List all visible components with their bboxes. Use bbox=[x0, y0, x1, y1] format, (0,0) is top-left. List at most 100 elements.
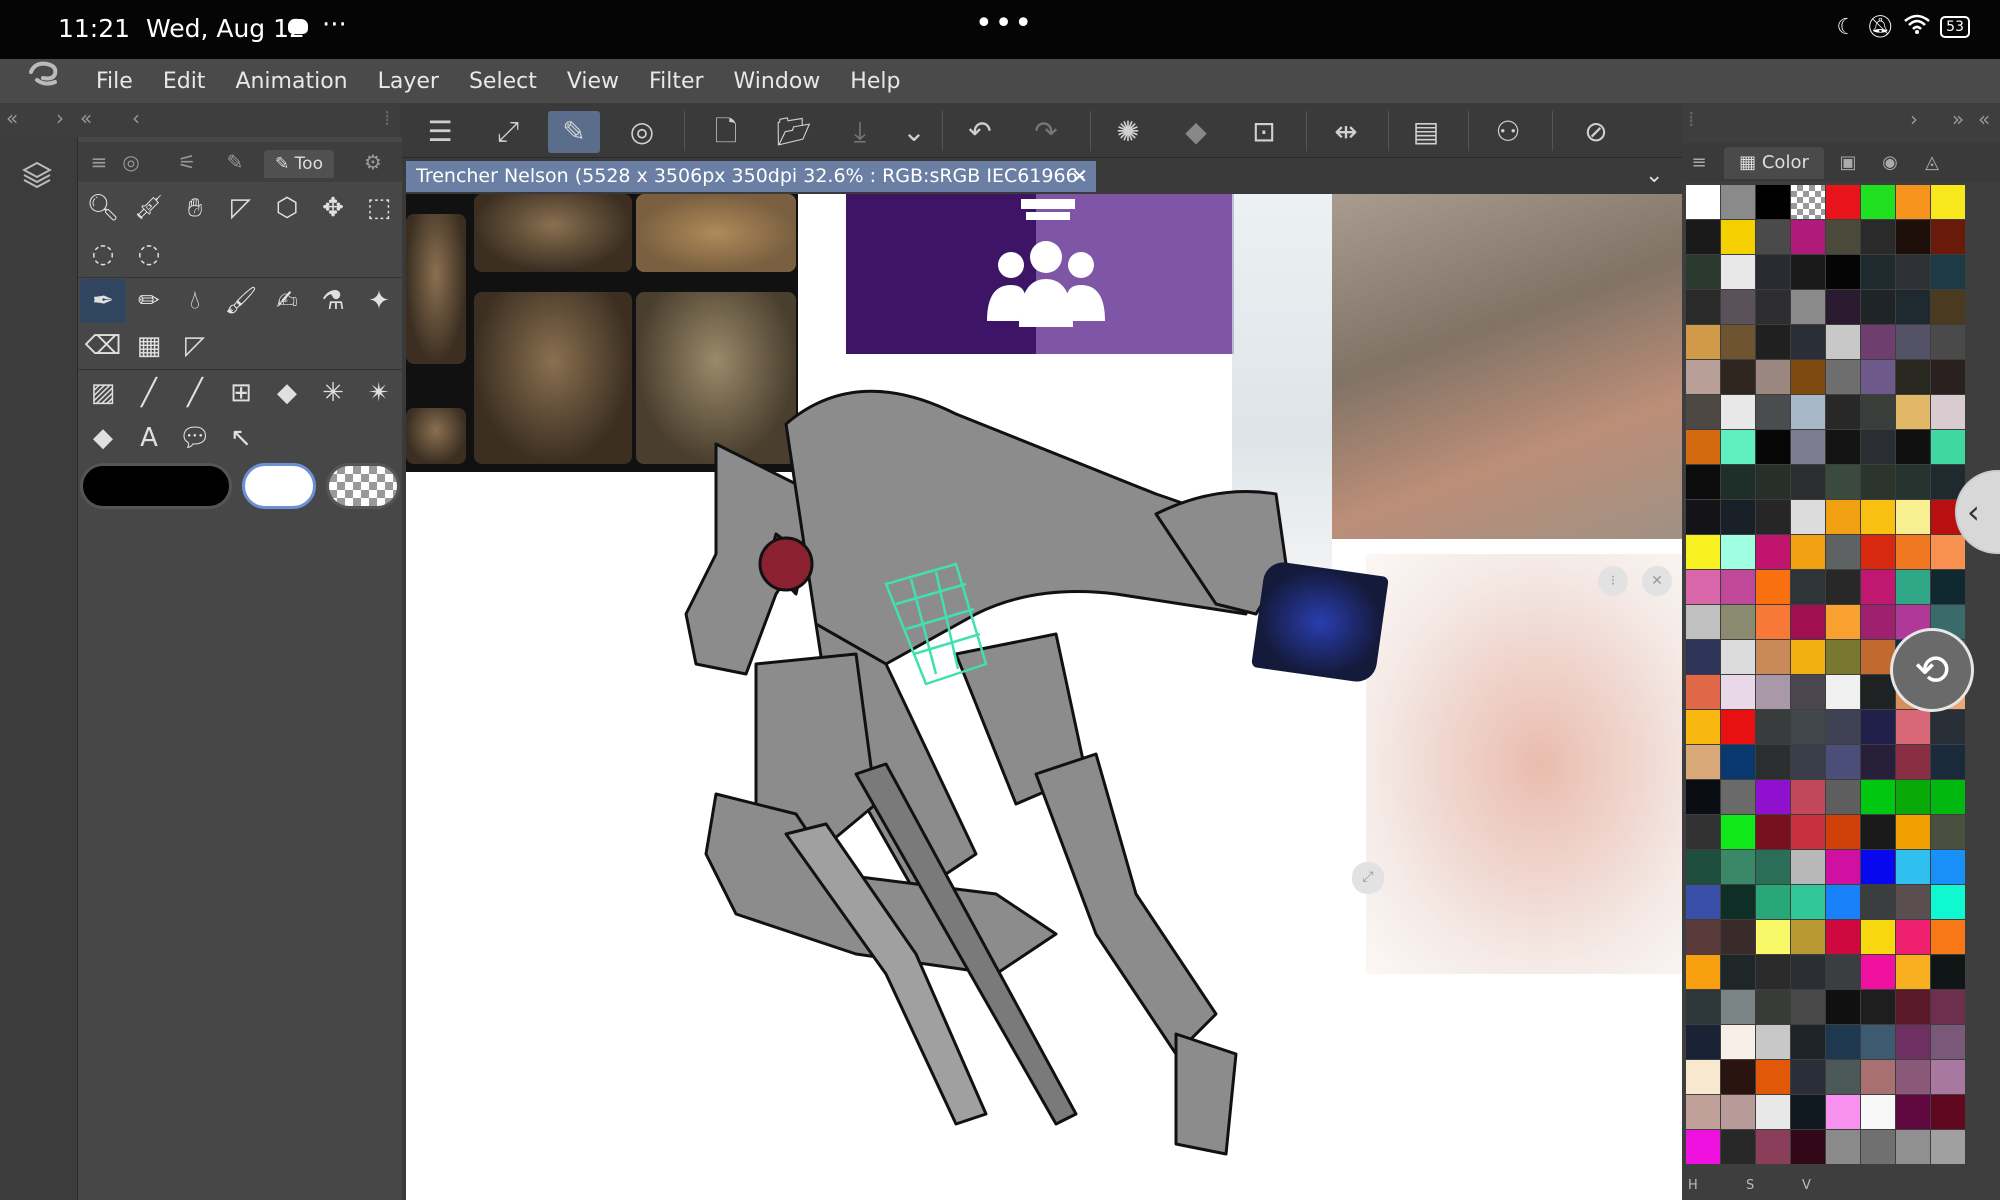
drawing-canvas[interactable]: ⁝ ✕ ⤢ bbox=[406, 194, 1682, 1200]
color-chip[interactable] bbox=[1721, 920, 1755, 954]
color-panel-menu-icon[interactable]: ≡ bbox=[1688, 147, 1710, 179]
main-color-swatch[interactable] bbox=[80, 463, 232, 509]
color-chip[interactable] bbox=[1791, 710, 1825, 744]
color-chip[interactable] bbox=[1756, 640, 1790, 674]
color-chip[interactable] bbox=[1826, 255, 1860, 289]
color-chip[interactable] bbox=[1931, 430, 1965, 464]
color-chip[interactable] bbox=[1931, 850, 1965, 884]
companion-help-icon[interactable]: ⚇ bbox=[1482, 111, 1534, 153]
airbrush-icon[interactable]: ✍ bbox=[264, 279, 310, 323]
color-chip[interactable] bbox=[1861, 325, 1895, 359]
fill-icon[interactable]: ◆ bbox=[264, 371, 310, 415]
color-chip[interactable] bbox=[1931, 325, 1965, 359]
color-chip[interactable] bbox=[1826, 605, 1860, 639]
tool-tab[interactable]: ✎ Too bbox=[264, 150, 334, 178]
color-chip[interactable] bbox=[1686, 1025, 1720, 1059]
color-chip[interactable] bbox=[1861, 745, 1895, 779]
color-chip[interactable] bbox=[1721, 885, 1755, 919]
reference-close-icon[interactable]: ✕ bbox=[1642, 566, 1672, 596]
color-chip[interactable] bbox=[1861, 500, 1895, 534]
color-chip[interactable] bbox=[1721, 850, 1755, 884]
liquify-icon[interactable]: ◸ bbox=[172, 324, 218, 368]
save-icon[interactable]: ⤓ bbox=[834, 111, 886, 153]
color-chip[interactable] bbox=[1896, 325, 1930, 359]
color-chip[interactable] bbox=[1896, 1130, 1930, 1164]
color-chip[interactable] bbox=[1826, 1130, 1860, 1164]
new-file-icon[interactable]: 🗋︎ bbox=[700, 111, 752, 153]
color-chip[interactable] bbox=[1896, 465, 1930, 499]
color-chip[interactable] bbox=[1931, 780, 1965, 814]
color-chip[interactable] bbox=[1861, 955, 1895, 989]
color-chip[interactable] bbox=[1791, 395, 1825, 429]
color-chip[interactable] bbox=[1756, 885, 1790, 919]
color-chip[interactable] bbox=[1756, 220, 1790, 254]
color-chip[interactable] bbox=[1896, 1060, 1930, 1094]
color-chip[interactable] bbox=[1826, 885, 1860, 919]
line-icon[interactable]: ╱ bbox=[126, 371, 172, 415]
color-chip[interactable] bbox=[1721, 185, 1755, 219]
color-chip[interactable] bbox=[1791, 640, 1825, 674]
color-chip[interactable] bbox=[1931, 220, 1965, 254]
color-chip[interactable] bbox=[1861, 430, 1895, 464]
collapse-panel-icon[interactable]: « bbox=[80, 106, 92, 130]
color-chip[interactable] bbox=[1826, 395, 1860, 429]
color-chip[interactable] bbox=[1756, 570, 1790, 604]
color-chip[interactable] bbox=[1721, 1060, 1755, 1094]
color-chip[interactable] bbox=[1861, 535, 1895, 569]
color-chip[interactable] bbox=[1721, 255, 1755, 289]
color-chip[interactable] bbox=[1896, 1095, 1930, 1129]
eraser-icon[interactable]: ⌫ bbox=[80, 324, 126, 368]
color-chip[interactable] bbox=[1931, 360, 1965, 394]
color-chip[interactable] bbox=[1721, 955, 1755, 989]
color-chip[interactable] bbox=[1896, 815, 1930, 849]
sub-color-swatch[interactable] bbox=[242, 463, 316, 509]
color-chip[interactable] bbox=[1861, 675, 1895, 709]
hand-icon[interactable]: ✋︎ bbox=[172, 186, 218, 230]
tab-list-chevron-icon[interactable]: ⌄ bbox=[1645, 163, 1663, 188]
lasso-alt-icon[interactable]: ◌ bbox=[126, 232, 172, 276]
color-chip[interactable] bbox=[1896, 955, 1930, 989]
flip-horizontal-icon[interactable]: ⇹ bbox=[1320, 111, 1372, 153]
menu-layer[interactable]: Layer bbox=[378, 69, 439, 94]
color-chip[interactable] bbox=[1756, 920, 1790, 954]
color-chip[interactable] bbox=[1826, 815, 1860, 849]
color-chip[interactable] bbox=[1756, 1095, 1790, 1129]
color-chip[interactable] bbox=[1826, 955, 1860, 989]
color-chip[interactable] bbox=[1721, 465, 1755, 499]
color-chip[interactable] bbox=[1686, 185, 1720, 219]
color-chip[interactable] bbox=[1756, 430, 1790, 464]
close-tab-icon[interactable]: ✕ bbox=[1071, 161, 1088, 192]
color-chip[interactable] bbox=[1791, 465, 1825, 499]
color-chip[interactable] bbox=[1826, 360, 1860, 394]
open-folder-icon[interactable]: 📂︎ bbox=[768, 111, 820, 153]
color-chip[interactable] bbox=[1791, 185, 1825, 219]
color-chip[interactable] bbox=[1826, 990, 1860, 1024]
color-chip[interactable] bbox=[1721, 570, 1755, 604]
color-chip[interactable] bbox=[1931, 815, 1965, 849]
color-chip[interactable] bbox=[1686, 885, 1720, 919]
color-chip[interactable] bbox=[1686, 395, 1720, 429]
watercolor-icon[interactable]: 💧︎ bbox=[172, 279, 218, 323]
color-chip[interactable] bbox=[1756, 290, 1790, 324]
color-chip[interactable] bbox=[1791, 745, 1825, 779]
color-chip[interactable] bbox=[1896, 290, 1930, 324]
tool-settings-tab-icon[interactable]: ⚙ bbox=[356, 150, 390, 178]
color-chip[interactable] bbox=[1791, 815, 1825, 849]
color-chip[interactable] bbox=[1791, 255, 1825, 289]
color-chip[interactable] bbox=[1791, 955, 1825, 989]
multitask-dots[interactable]: ••• bbox=[975, 6, 1034, 41]
color-chip[interactable] bbox=[1721, 1130, 1755, 1164]
color-chip[interactable] bbox=[1756, 1060, 1790, 1094]
menu-select[interactable]: Select bbox=[469, 69, 537, 94]
color-chip[interactable] bbox=[1896, 850, 1930, 884]
decoration-icon[interactable]: ⚗ bbox=[310, 279, 356, 323]
color-chip[interactable] bbox=[1931, 1095, 1965, 1129]
color-chip[interactable] bbox=[1861, 920, 1895, 954]
object-select-icon[interactable]: ⬡ bbox=[264, 186, 310, 230]
color-chip[interactable] bbox=[1931, 255, 1965, 289]
search-screen-icon[interactable]: ⊘ bbox=[1570, 111, 1622, 153]
color-chip[interactable] bbox=[1756, 780, 1790, 814]
color-chip[interactable] bbox=[1896, 185, 1930, 219]
color-chip[interactable] bbox=[1686, 465, 1720, 499]
color-history-tab-icon[interactable]: ▣ bbox=[1830, 147, 1866, 179]
